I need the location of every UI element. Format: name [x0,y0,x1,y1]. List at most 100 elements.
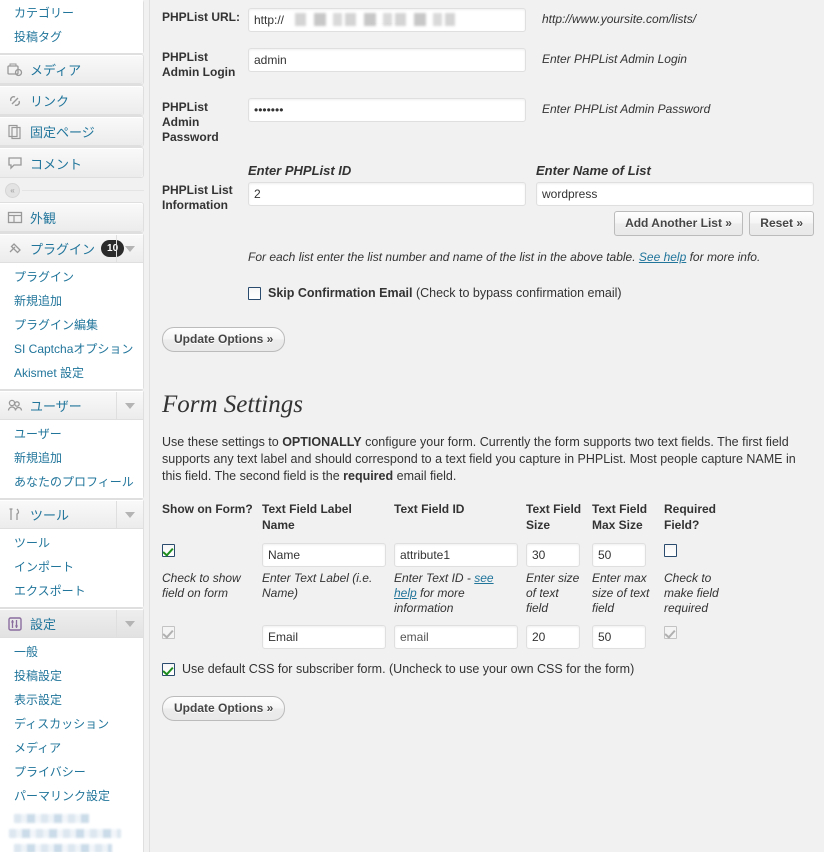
sidebar-item-settings[interactable]: 設定 [0,609,143,638]
sidebar-item-media-settings[interactable]: メディア [0,736,143,760]
sidebar-item-media[interactable]: メディア [0,55,143,84]
admin-password-cell [248,90,534,155]
row1-show-checkbox[interactable] [162,544,175,558]
appearance-icon [6,209,24,227]
list-item[interactable]: インポート [0,555,143,579]
sidebar-item-categories[interactable]: カテゴリー [0,1,143,25]
sidebar-item-redacted[interactable] [14,814,89,823]
sidebar-item-appearance[interactable]: 外観 [0,203,143,232]
default-css-checkbox[interactable] [162,662,175,676]
list-item[interactable]: 投稿タグ [0,25,143,49]
list-item[interactable]: 新規追加 [0,446,143,470]
list-item[interactable]: あなたのプロフィール [0,470,143,494]
sidebar-item-users-all[interactable]: ユーザー [0,422,143,446]
admin-login-input[interactable] [248,48,526,72]
sidebar-item-discussion[interactable]: ディスカッション [0,712,143,736]
add-another-list-button[interactable]: Add Another List » [614,211,743,236]
row2-size-input[interactable] [526,625,580,649]
sidebar-item-redacted[interactable] [9,829,121,838]
reset-button[interactable]: Reset » [749,211,814,236]
sidebar-item-reading[interactable]: 表示設定 [0,688,143,712]
default-css-row: Use default CSS for subscriber form. (Un… [162,661,814,677]
update-options-top-button[interactable]: Update Options » [162,327,286,352]
list-item[interactable]: ユーザー [0,422,143,446]
admin-sidebar: カテゴリー 投稿タグ メディア リンク 固定ページ コメント « 外観 プラグイ… [0,0,150,852]
sidebar-item-plugins-add[interactable]: 新規追加 [0,289,143,313]
table-row: PHPList Admin Login Enter PHPList Admin … [162,40,814,90]
row1-field-id-input[interactable] [394,543,518,567]
chevron-down-icon[interactable] [116,501,143,528]
list-item[interactable]: 一般 [0,640,143,664]
skip-confirmation-checkbox[interactable] [248,287,261,300]
sidebar-item-redacted[interactable] [14,844,112,852]
chevron-down-icon[interactable] [116,610,143,637]
sidebar-item-tools-all[interactable]: ツール [0,531,143,555]
chevron-down-icon[interactable] [116,392,143,419]
sidebar-item-plugins[interactable]: プラグイン 10 [0,234,143,263]
sidebar-item-comments[interactable]: コメント [0,148,143,177]
list-item[interactable]: メディア [0,736,143,760]
row1-label-input[interactable] [262,543,386,567]
admin-password-label: PHPList Admin Password [162,100,219,144]
list-item[interactable]: プライバシー [0,760,143,784]
sidebar-item-tags[interactable]: 投稿タグ [0,25,143,49]
list-item[interactable]: エクスポート [0,579,143,603]
list-item[interactable]: SI Captchaオプション [0,337,143,361]
row1-size-input[interactable] [526,543,580,567]
sidebar-item-your-profile[interactable]: あなたのプロフィール [0,470,143,494]
list-item[interactable]: 表示設定 [0,688,143,712]
list-item[interactable]: Akismet 設定 [0,361,143,385]
see-help-link[interactable]: See help [639,250,686,264]
media-icon [6,61,24,79]
sidebar-item-permalinks[interactable]: パーマリンク設定 [0,784,143,808]
row1-label-cell [262,543,394,567]
list-item[interactable]: ツール [0,531,143,555]
admin-password-input[interactable] [248,98,526,122]
sidebar-item-pages[interactable]: 固定ページ [0,117,143,146]
table-row: Check to show field on form Enter Text L… [162,567,728,622]
sidebar-group-plugins: プラグイン 10 プラグイン 新規追加 プラグイン編集 SI Captchaオプ… [0,233,144,390]
sidebar-item-label: 固定ページ [30,125,95,140]
chevron-down-icon[interactable] [116,235,143,262]
list-item[interactable]: 投稿設定 [0,664,143,688]
sidebar-item-tools[interactable]: ツール [0,500,143,529]
sidebar-item-general[interactable]: 一般 [0,640,143,664]
phplist-url-label: PHPList URL: [162,10,240,24]
row1-required-checkbox[interactable] [664,544,677,558]
row2-size-cell [526,622,592,649]
hint-required: Check to make field required [664,571,719,615]
list-item[interactable]: カテゴリー [0,1,143,25]
row1-max-size-input[interactable] [592,543,646,567]
list-item[interactable]: ディスカッション [0,712,143,736]
list-item[interactable] [0,844,143,852]
sidebar-item-users-add[interactable]: 新規追加 [0,446,143,470]
sidebar-item-users[interactable]: ユーザー [0,391,143,420]
row2-max-size-input[interactable] [592,625,646,649]
collapse-menu-icon[interactable]: « [5,182,20,198]
list-item[interactable]: プラグイン編集 [0,313,143,337]
sidebar-item-import[interactable]: インポート [0,555,143,579]
list-item[interactable] [0,829,143,838]
sidebar-item-privacy[interactable]: プライバシー [0,760,143,784]
sidebar-item-links[interactable]: リンク [0,86,143,115]
row2-field-id-input[interactable] [394,625,518,649]
row2-label-input[interactable] [262,625,386,649]
admin-login-cell [248,40,534,90]
sidebar-item-si-captcha[interactable]: SI Captchaオプション [0,337,143,361]
sidebar-group-users: ユーザー ユーザー 新規追加 あなたのプロフィール [0,390,144,499]
list-name-input[interactable] [536,182,814,206]
sidebar-item-export[interactable]: エクスポート [0,579,143,603]
list-item[interactable]: プラグイン [0,265,143,289]
sidebar-item-plugins-editor[interactable]: プラグイン編集 [0,313,143,337]
list-item[interactable]: パーマリンク設定 [0,784,143,808]
list-id-input[interactable] [248,182,526,206]
sidebar-item-writing[interactable]: 投稿設定 [0,664,143,688]
sidebar-item-akismet[interactable]: Akismet 設定 [0,361,143,385]
sidebar-item-plugins-all[interactable]: プラグイン [0,265,143,289]
desc-part-1: Use these settings to [162,435,283,449]
list-item[interactable]: 新規追加 [0,289,143,313]
update-options-bottom-button[interactable]: Update Options » [162,696,286,721]
admin-screen: カテゴリー 投稿タグ メディア リンク 固定ページ コメント « 外観 プラグイ… [0,0,824,852]
list-item[interactable] [0,814,143,823]
table-row: Enter PHPList ID Enter Name of List [248,163,814,182]
